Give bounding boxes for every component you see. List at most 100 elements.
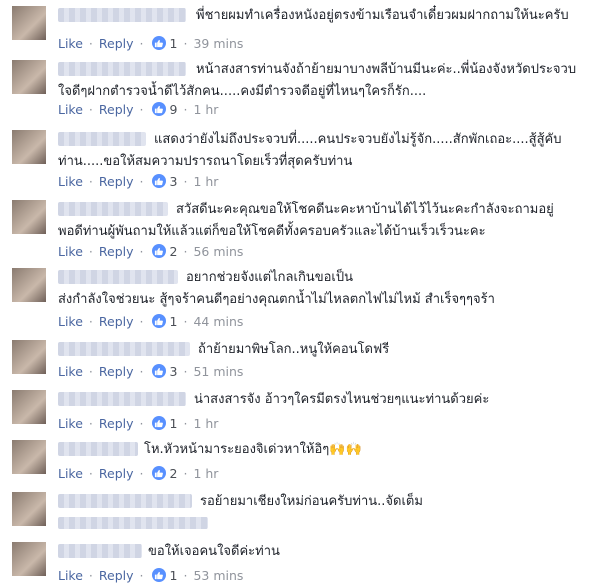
comment-list: พี่ชายผมทำเครื่องหนังอยู่ตรงข้ามเรือนจำเ…	[0, 0, 600, 588]
avatar[interactable]	[12, 6, 46, 40]
comment-text: โห.หัวหน้ามาระยองจิเด่วหาให้อิๆ🙌🙌	[144, 442, 362, 457]
timestamp[interactable]: 56 mins	[193, 244, 243, 259]
reply-button[interactable]: Reply	[99, 244, 134, 259]
like-button[interactable]: Like	[58, 36, 83, 51]
timestamp[interactable]: 53 mins	[193, 568, 243, 583]
separator: ·	[88, 243, 93, 259]
separator: ·	[88, 101, 93, 117]
like-count[interactable]: 2	[170, 466, 178, 481]
reply-button[interactable]: Reply	[99, 416, 134, 431]
avatar[interactable]	[12, 60, 46, 94]
thumbs-up-icon[interactable]	[151, 314, 166, 328]
comment-actions: Like · Reply · 3 · 51 mins	[58, 362, 243, 380]
like-count[interactable]: 9	[170, 102, 178, 117]
separator: ·	[139, 243, 144, 259]
comment-text: ถ้าย้ายมาพิษโลก..หนูให้คอนโดฟรี	[198, 342, 390, 357]
comment-text: แสดงว่ายังไม่ถึงประจวบที่.....คนประจวบยั…	[58, 132, 562, 169]
timestamp[interactable]: 44 mins	[193, 314, 243, 329]
separator: ·	[139, 415, 144, 431]
avatar[interactable]	[12, 492, 46, 526]
avatar[interactable]	[12, 268, 46, 302]
separator: ·	[183, 101, 188, 117]
timestamp[interactable]: 1 hr	[193, 416, 218, 431]
like-count[interactable]: 2	[170, 244, 178, 259]
comment-text: รอย้ายมาเชียงใหม่ก่อนครับท่าน..จัดเต็ม	[200, 494, 423, 509]
comment-actions: Like · Reply · 1 · 39 mins	[58, 34, 243, 52]
timestamp[interactable]: 51 mins	[193, 364, 243, 379]
avatar[interactable]	[12, 390, 46, 424]
separator: ·	[183, 465, 188, 481]
like-button[interactable]: Like	[58, 466, 83, 481]
avatar[interactable]	[12, 200, 46, 234]
timestamp[interactable]: 1 hr	[193, 466, 218, 481]
like-count[interactable]: 3	[170, 174, 178, 189]
timestamp[interactable]: 1 hr	[193, 102, 218, 117]
like-button[interactable]: Like	[58, 416, 83, 431]
separator: ·	[139, 35, 144, 51]
comment-actions: Like · Reply · 2 · 56 mins	[58, 242, 243, 260]
thumbs-up-icon[interactable]	[151, 416, 166, 430]
avatar[interactable]	[12, 440, 46, 474]
separator: ·	[183, 313, 188, 329]
separator: ·	[139, 173, 144, 189]
separator: ·	[139, 313, 144, 329]
separator: ·	[183, 35, 188, 51]
like-count[interactable]: 1	[170, 416, 178, 431]
like-count[interactable]: 3	[170, 364, 178, 379]
separator: ·	[88, 363, 93, 379]
comment-text: สวัสดีนะคะคุณขอให้โชคดีนะคะหาบ้านได้ไว้ไ…	[58, 202, 554, 239]
separator: ·	[183, 415, 188, 431]
separator: ·	[139, 465, 144, 481]
reply-button[interactable]: Reply	[99, 568, 134, 583]
avatar[interactable]	[12, 130, 46, 164]
separator: ·	[139, 567, 144, 583]
separator: ·	[183, 243, 188, 259]
separator: ·	[88, 35, 93, 51]
comment-actions: Like · Reply · 2 · 1 hr	[58, 464, 218, 482]
like-button[interactable]: Like	[58, 364, 83, 379]
comment-text: หน้าสงสารท่านจังถ้าย้ายมาบางพลีบ้านมีนะค…	[58, 62, 577, 99]
separator: ·	[183, 173, 188, 189]
like-button[interactable]: Like	[58, 174, 83, 189]
timestamp[interactable]: 39 mins	[193, 36, 243, 51]
avatar[interactable]	[12, 542, 46, 576]
thumbs-up-icon[interactable]	[151, 364, 166, 378]
like-button[interactable]: Like	[58, 102, 83, 117]
reply-button[interactable]: Reply	[99, 174, 134, 189]
comment-actions: Like · Reply · 3 · 1 hr	[58, 172, 218, 190]
separator: ·	[183, 363, 188, 379]
reply-button[interactable]: Reply	[99, 36, 134, 51]
like-button[interactable]: Like	[58, 244, 83, 259]
reply-button[interactable]: Reply	[99, 314, 134, 329]
separator: ·	[183, 567, 188, 583]
timestamp[interactable]: 1 hr	[193, 174, 218, 189]
comment-actions	[58, 514, 208, 532]
separator: ·	[139, 363, 144, 379]
comment-actions: Like · Reply · 1 · 1 hr	[58, 414, 218, 432]
like-button[interactable]: Like	[58, 568, 83, 583]
thumbs-up-icon[interactable]	[151, 102, 166, 116]
like-count[interactable]: 1	[170, 568, 178, 583]
thumbs-up-icon[interactable]	[151, 568, 166, 582]
separator: ·	[88, 465, 93, 481]
reply-button[interactable]: Reply	[99, 102, 134, 117]
comment-actions: Like · Reply · 9 · 1 hr	[58, 100, 218, 118]
thumbs-up-icon[interactable]	[151, 36, 166, 50]
comment-text: พี่ชายผมทำเครื่องหนังอยู่ตรงข้ามเรือนจำเ…	[196, 8, 569, 23]
comment-actions: Like · Reply · 1 · 53 mins	[58, 566, 243, 584]
comment-text: น่าสงสารจัง อ้าวๆใครมีตรงไหนช่วยๆแนะท่าน…	[194, 392, 490, 407]
reply-button[interactable]: Reply	[99, 466, 134, 481]
like-count[interactable]: 1	[170, 36, 178, 51]
thumbs-up-icon[interactable]	[151, 174, 166, 188]
reply-button[interactable]: Reply	[99, 364, 134, 379]
separator: ·	[88, 313, 93, 329]
avatar[interactable]	[12, 340, 46, 374]
separator: ·	[88, 567, 93, 583]
thumbs-up-icon[interactable]	[151, 466, 166, 480]
like-button[interactable]: Like	[58, 314, 83, 329]
separator: ·	[88, 173, 93, 189]
like-count[interactable]: 1	[170, 314, 178, 329]
comment-text: ขอให้เจอคนใจดีค่ะท่าน	[148, 544, 280, 559]
separator: ·	[88, 415, 93, 431]
thumbs-up-icon[interactable]	[151, 244, 166, 258]
